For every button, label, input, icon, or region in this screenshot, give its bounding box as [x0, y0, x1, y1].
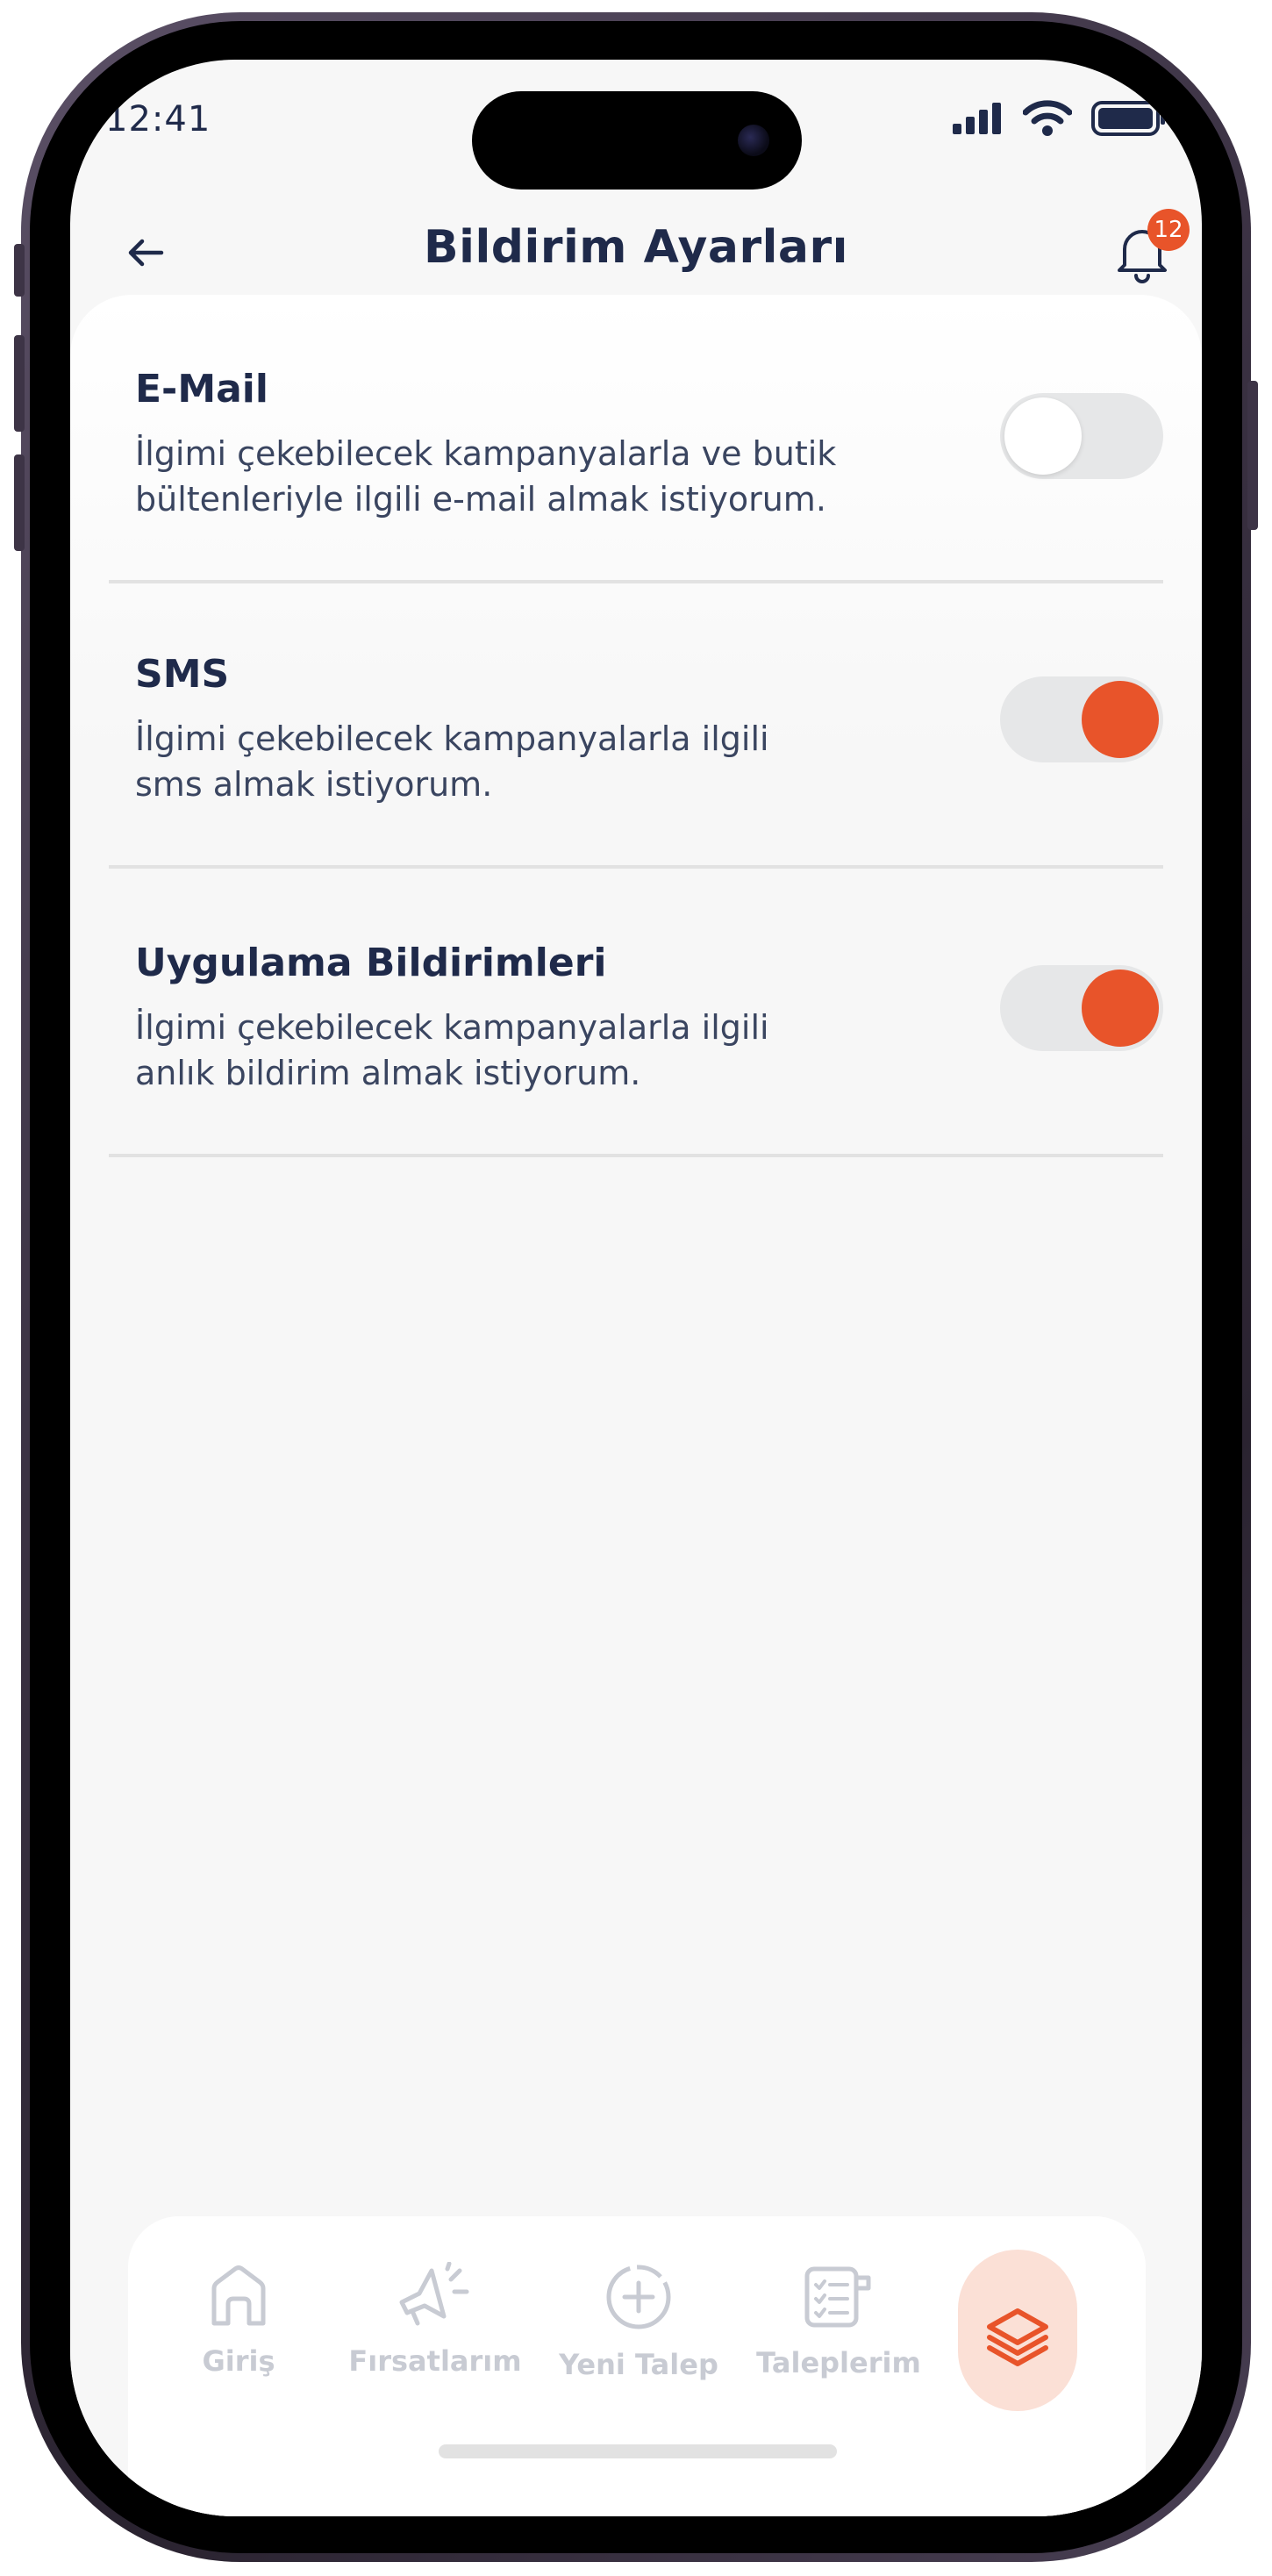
toggle-knob [1082, 970, 1159, 1047]
home-icon [211, 2265, 266, 2326]
power-button [1247, 381, 1258, 530]
top-app-bar: Bildirim Ayarları 12 [70, 200, 1202, 305]
status-icons [951, 100, 1167, 137]
description-line: İlgimi çekebilecek kampanyalarla ilgili [135, 1008, 769, 1047]
notification-count-badge: 12 [1147, 209, 1190, 251]
setting-app-notifications: Uygulama Bildirimleri İlgimi çekebilecek… [109, 869, 1163, 1157]
tab-label: Yeni Talep [559, 2348, 718, 2381]
setting-title: SMS [135, 652, 230, 697]
description-line: bültenleriyle ilgili e-mail almak istiyo… [135, 480, 826, 519]
app-screen: 12:41 Bildirim Ayarları 12 E-Mail İlgimi… [70, 60, 1202, 2516]
setting-title: E-Mail [135, 367, 268, 411]
volume-down-button [14, 454, 25, 551]
tab-opportunities[interactable]: Fırsatlarım [339, 2262, 532, 2437]
description-line: sms almak istiyorum. [135, 765, 493, 804]
cellular-signal-icon [953, 103, 1001, 134]
toggle-knob [1004, 397, 1082, 475]
tab-label: Taleplerim [756, 2346, 921, 2379]
tab-label: Giriş [202, 2344, 275, 2378]
status-time: 12:41 [105, 99, 211, 140]
description-line: İlgimi çekebilecek kampanyalarla ve buti… [135, 434, 837, 473]
setting-description: İlgimi çekebilecek kampanyalarla ilgili … [135, 716, 925, 807]
home-indicator[interactable] [439, 2444, 837, 2458]
email-toggle[interactable] [1000, 393, 1163, 479]
setting-title: Uygulama Bildirimleri [135, 941, 607, 985]
megaphone-icon [399, 2262, 469, 2326]
battery-icon [1091, 101, 1165, 136]
tab-new-request[interactable]: Yeni Talep [542, 2262, 735, 2437]
checklist-icon [804, 2266, 871, 2328]
page-title: Bildirim Ayarları [424, 221, 848, 274]
tab-my-requests[interactable]: Taleplerim [742, 2262, 935, 2437]
layers-icon [987, 2308, 1048, 2366]
setting-description: İlgimi çekebilecek kampanyalarla ve buti… [135, 431, 925, 522]
setting-email: E-Mail İlgimi çekebilecek kampanyalarla … [109, 295, 1163, 583]
bottom-tab-bar: Giriş Fırsatlarım Yeni Talep Taleplerim [128, 2216, 1146, 2516]
camera-icon [738, 125, 769, 156]
setting-sms: SMS İlgimi çekebilecek kampanyalarla ilg… [109, 580, 1163, 869]
tab-label: Fırsatlarım [348, 2344, 522, 2378]
plus-circle-icon [606, 2265, 671, 2329]
app-notifications-toggle[interactable] [1000, 965, 1163, 1051]
volume-up-button [14, 335, 25, 432]
dynamic-island [472, 91, 802, 190]
description-line: İlgimi çekebilecek kampanyalarla ilgili [135, 719, 769, 758]
tab-layers[interactable] [958, 2250, 1077, 2411]
wifi-icon [1023, 100, 1072, 136]
tab-home[interactable]: Giriş [142, 2262, 335, 2437]
toggle-knob [1082, 681, 1159, 758]
description-line: anlık bildirim almak istiyorum. [135, 1054, 641, 1092]
action-button [14, 244, 25, 297]
setting-description: İlgimi çekebilecek kampanyalarla ilgili … [135, 1005, 925, 1096]
sms-toggle[interactable] [1000, 676, 1163, 762]
